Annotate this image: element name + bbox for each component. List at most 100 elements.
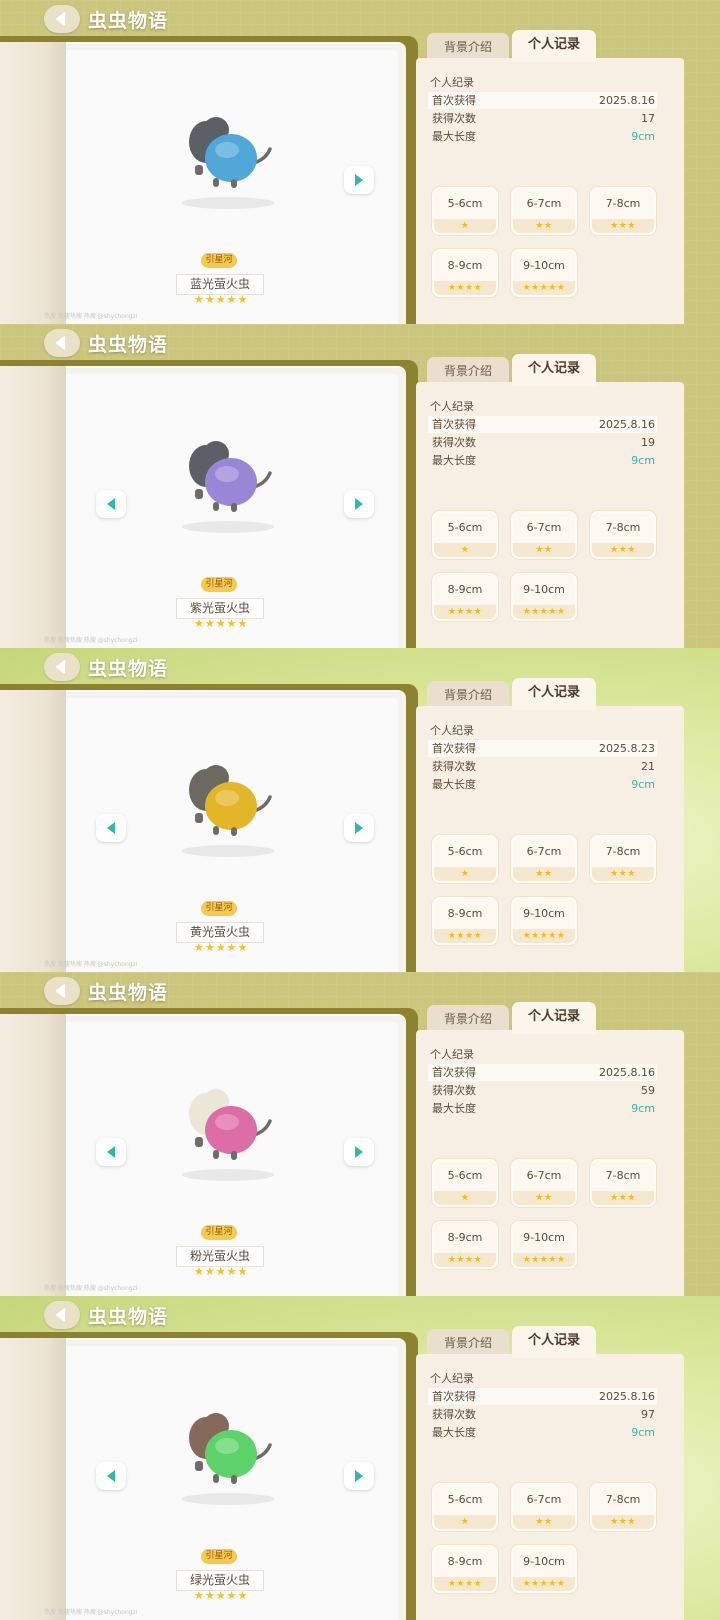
size-card[interactable]: 9-10cm ★★★★★ — [510, 248, 578, 298]
record-section-title: 个人纪录 — [430, 76, 474, 89]
size-card[interactable]: 6-7cm ★★ — [510, 186, 578, 236]
next-button[interactable] — [344, 1462, 374, 1490]
tab-record[interactable]: 个人记录 — [512, 1326, 596, 1358]
record-section-title: 个人纪录 — [430, 400, 474, 413]
footer-watermark: 热搜 热搜热搜 热搜 @shychongzi — [44, 961, 138, 968]
size-card[interactable]: 7-8cm ★★★ — [589, 510, 657, 560]
size-stars: ★★ — [513, 219, 575, 233]
size-card[interactable]: 7-8cm ★★★ — [589, 186, 657, 236]
first-obtained-label: 首次获得 — [432, 1066, 476, 1079]
rarity-tag: 引星河 — [201, 253, 237, 268]
size-card[interactable]: 8-9cm ★★★★ — [431, 572, 499, 622]
tab-background[interactable]: 背景介绍 — [427, 681, 509, 709]
prev-button[interactable] — [96, 814, 126, 842]
tab-record[interactable]: 个人记录 — [512, 678, 596, 710]
size-card[interactable]: 7-8cm ★★★ — [589, 1482, 657, 1532]
size-label: 7-8cm — [605, 1493, 641, 1506]
size-card[interactable]: 8-9cm ★★★★ — [431, 896, 499, 946]
times-obtained-label: 获得次数 — [432, 436, 476, 449]
record-section-title: 个人纪录 — [430, 724, 474, 737]
times-obtained-label: 获得次数 — [432, 760, 476, 773]
first-obtained-label: 首次获得 — [432, 742, 476, 755]
back-arrow-icon — [56, 660, 66, 674]
first-obtained-value: 2025.8.16 — [599, 1390, 655, 1403]
firefly-model — [182, 441, 274, 533]
size-label: 8-9cm — [447, 259, 483, 272]
size-card[interactable]: 9-10cm ★★★★★ — [510, 1544, 578, 1594]
tab-background[interactable]: 背景介绍 — [427, 33, 509, 61]
page-title: 虫虫物语 — [88, 1306, 169, 1328]
size-card[interactable]: 8-9cm ★★★★ — [431, 1544, 499, 1594]
size-stars: ★★★★★ — [513, 929, 575, 943]
size-card[interactable]: 6-7cm ★★ — [510, 1158, 578, 1208]
size-stars: ★★★ — [592, 1191, 654, 1205]
max-length-row: 最大长度 9cm — [428, 1424, 657, 1441]
size-card[interactable]: 8-9cm ★★★★ — [431, 248, 499, 298]
prev-button[interactable] — [96, 1462, 126, 1490]
page-title: 虫虫物语 — [88, 10, 169, 32]
book-fold — [0, 1338, 66, 1620]
back-button[interactable] — [44, 5, 80, 33]
size-card[interactable]: 6-7cm ★★ — [510, 1482, 578, 1532]
max-length-label: 最大长度 — [432, 1426, 476, 1439]
size-card[interactable]: 9-10cm ★★★★★ — [510, 896, 578, 946]
left-arrow-icon — [107, 498, 115, 510]
right-arrow-icon — [355, 1146, 363, 1158]
size-card[interactable]: 6-7cm ★★ — [510, 510, 578, 560]
back-button[interactable] — [44, 329, 80, 357]
prev-button[interactable] — [96, 1138, 126, 1166]
page-title: 虫虫物语 — [88, 982, 169, 1004]
size-card[interactable]: 9-10cm ★★★★★ — [510, 572, 578, 622]
footer-watermark: 热搜 热搜热搜 热搜 @shychongzi — [44, 313, 138, 320]
rarity-stars: ★★★★★ — [194, 617, 249, 630]
tab-record[interactable]: 个人记录 — [512, 1002, 596, 1034]
firefly-model — [182, 765, 274, 857]
screenshot-strip: 虫虫物语 引星河 蓝光萤火虫 ★★★★★ 热搜 热搜热搜 热搜 @shychon… — [0, 0, 720, 1620]
next-button[interactable] — [344, 166, 374, 194]
size-stars: ★★★★ — [434, 281, 496, 295]
back-button[interactable] — [44, 653, 80, 681]
footer-watermark: 热搜 热搜热搜 热搜 @shychongzi — [44, 1285, 138, 1292]
prev-button[interactable] — [96, 490, 126, 518]
back-button[interactable] — [44, 977, 80, 1005]
next-button[interactable] — [344, 1138, 374, 1166]
size-card[interactable]: 5-6cm ★ — [431, 834, 499, 884]
size-card[interactable]: 6-7cm ★★ — [510, 834, 578, 884]
rarity-tag: 引星河 — [201, 901, 237, 916]
size-card[interactable]: 5-6cm ★ — [431, 510, 499, 560]
size-label: 9-10cm — [523, 1231, 565, 1244]
firefly-model — [182, 117, 274, 209]
tab-record[interactable]: 个人记录 — [512, 354, 596, 386]
next-button[interactable] — [344, 814, 374, 842]
size-card[interactable]: 5-6cm ★ — [431, 186, 499, 236]
first-obtained-label: 首次获得 — [432, 94, 476, 107]
right-arrow-icon — [355, 1470, 363, 1482]
size-card[interactable]: 9-10cm ★★★★★ — [510, 1220, 578, 1270]
size-card[interactable]: 8-9cm ★★★★ — [431, 1220, 499, 1270]
size-label: 8-9cm — [447, 1555, 483, 1568]
tab-background[interactable]: 背景介绍 — [427, 1329, 509, 1357]
firefly-model — [182, 1089, 274, 1181]
insect-name: 绿光萤火虫 — [176, 1570, 264, 1591]
size-stars: ★★★ — [592, 543, 654, 557]
size-label: 5-6cm — [447, 1493, 483, 1506]
book-fold — [0, 366, 66, 648]
collection-screen: 虫虫物语 引星河 绿光萤火虫 ★★★★★ 热搜 热搜热搜 热搜 @shychon… — [0, 1296, 720, 1620]
back-button[interactable] — [44, 1301, 80, 1329]
tab-background[interactable]: 背景介绍 — [427, 357, 509, 385]
size-card[interactable]: 7-8cm ★★★ — [589, 1158, 657, 1208]
size-card[interactable]: 5-6cm ★ — [431, 1158, 499, 1208]
left-arrow-icon — [107, 1146, 115, 1158]
max-length-value: 9cm — [631, 1426, 655, 1439]
max-length-value: 9cm — [631, 130, 655, 143]
size-card[interactable]: 5-6cm ★ — [431, 1482, 499, 1532]
times-obtained-row: 获得次数 97 — [428, 1406, 657, 1423]
rarity-stars: ★★★★★ — [194, 293, 249, 306]
tab-background[interactable]: 背景介绍 — [427, 1005, 509, 1033]
first-obtained-value: 2025.8.16 — [599, 1066, 655, 1079]
book-fold — [0, 1014, 66, 1296]
size-stars: ★★ — [513, 543, 575, 557]
tab-record[interactable]: 个人记录 — [512, 30, 596, 62]
next-button[interactable] — [344, 490, 374, 518]
size-card[interactable]: 7-8cm ★★★ — [589, 834, 657, 884]
